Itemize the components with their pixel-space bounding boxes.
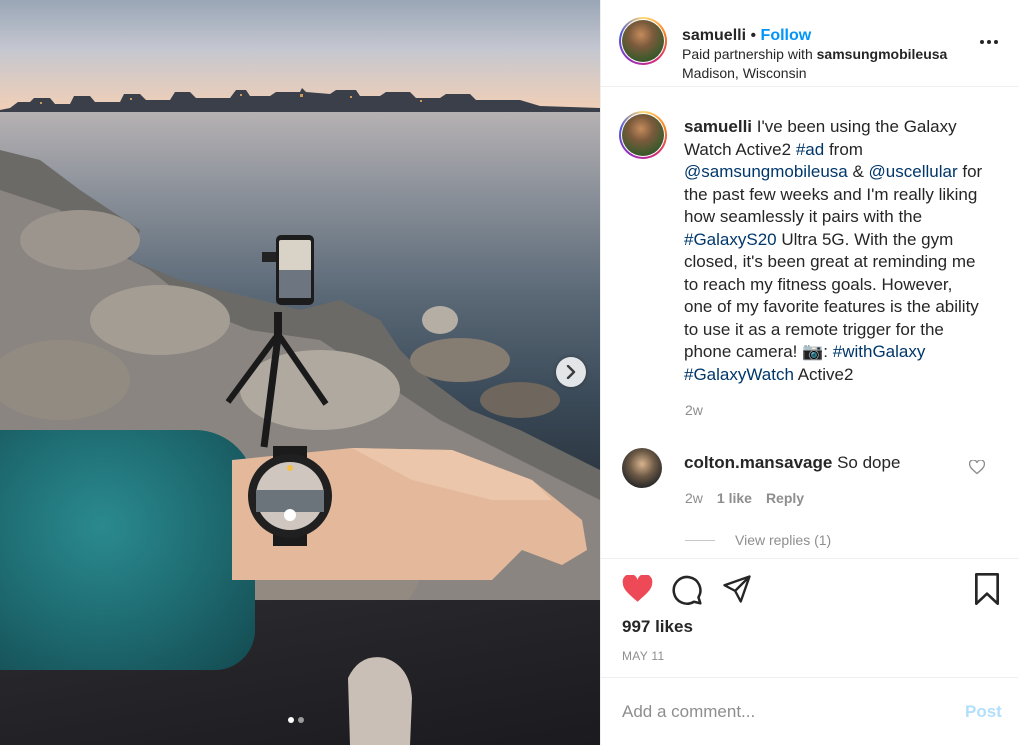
add-comment-bar: Post [601,677,1018,746]
view-replies-button[interactable]: View replies (1) [685,532,831,548]
comment-meta: 2w 1 like Reply [685,490,804,506]
comment-like-heart-icon[interactable] [969,460,985,475]
instagram-post: samuelli • Follow Paid partnership with … [0,0,1018,745]
carousel-indicator [288,717,304,723]
view-replies-label: View replies (1) [735,532,832,548]
comment-text: colton.mansavage So dope [684,453,900,473]
heart-icon[interactable] [622,575,653,603]
partnership-prefix: Paid partnership with [682,46,813,62]
header-text: samuelli • Follow Paid partnership with … [682,26,947,83]
commenter-username[interactable]: colton.mansavage [684,453,832,472]
post-side-panel: samuelli • Follow Paid partnership with … [600,0,1018,745]
post-photo[interactable] [0,0,600,745]
caption-timestamp[interactable]: 2w [685,402,703,418]
partnership-line: Paid partnership with samsungmobileusa [682,45,947,64]
hashtag-withgalaxy[interactable]: #withGalaxy [833,342,926,361]
bookmark-icon[interactable] [973,573,1001,605]
commenter-avatar[interactable] [622,448,662,488]
caption-username[interactable]: samuelli [684,117,752,136]
carousel-dot-active [288,717,294,723]
post-date[interactable]: MAY 11 [622,649,665,663]
post-caption: samuelli I've been using the Galaxy Watc… [684,117,983,384]
smartwatch-icon [248,446,332,546]
comment-input[interactable] [622,702,942,722]
like-count[interactable]: 997 likes [622,617,693,637]
speech-bubble-icon[interactable] [671,574,703,606]
follow-button[interactable]: Follow [761,27,812,44]
ellipsis-icon [980,40,984,44]
more-options-button[interactable] [980,40,998,44]
carousel-next-button[interactable] [556,357,586,387]
post-location[interactable]: Madison, Wisconsin [682,64,947,83]
author-username[interactable]: samuelli [682,27,746,44]
comment-reply-button[interactable]: Reply [766,490,804,506]
post-actions: 997 likes MAY 11 [601,558,1018,677]
paper-plane-icon[interactable] [721,574,753,604]
chevron-right-icon [566,365,576,379]
avatar-photo [622,20,664,62]
comment-timestamp[interactable]: 2w [685,490,703,506]
separator-bullet: • [750,27,757,44]
hashtag-galaxywatch[interactable]: #GalaxyWatch [684,365,794,384]
partner-link[interactable]: samsungmobileusa [817,46,948,62]
photo-jacket-sleeve [0,430,255,670]
photo-shoe [348,657,412,745]
avatar-photo [622,114,664,156]
caption-author-avatar[interactable] [619,111,667,159]
mention-uscellular[interactable]: @uscellular [869,162,958,181]
comment-like-count[interactable]: 1 like [717,490,752,506]
carousel-dot [298,717,304,723]
author-avatar[interactable] [619,17,667,65]
hashtag-galaxys20[interactable]: #GalaxyS20 [684,230,777,249]
hashtag-ad[interactable]: #ad [796,140,824,159]
post-header: samuelli • Follow Paid partnership with … [601,0,1018,87]
mention-samsungmobileusa[interactable]: @samsungmobileusa [684,162,848,181]
replies-divider-line [685,539,715,541]
comment-body: So dope [837,453,901,472]
post-comment-button[interactable]: Post [965,702,1002,722]
tripod-phone-icon [225,235,329,448]
